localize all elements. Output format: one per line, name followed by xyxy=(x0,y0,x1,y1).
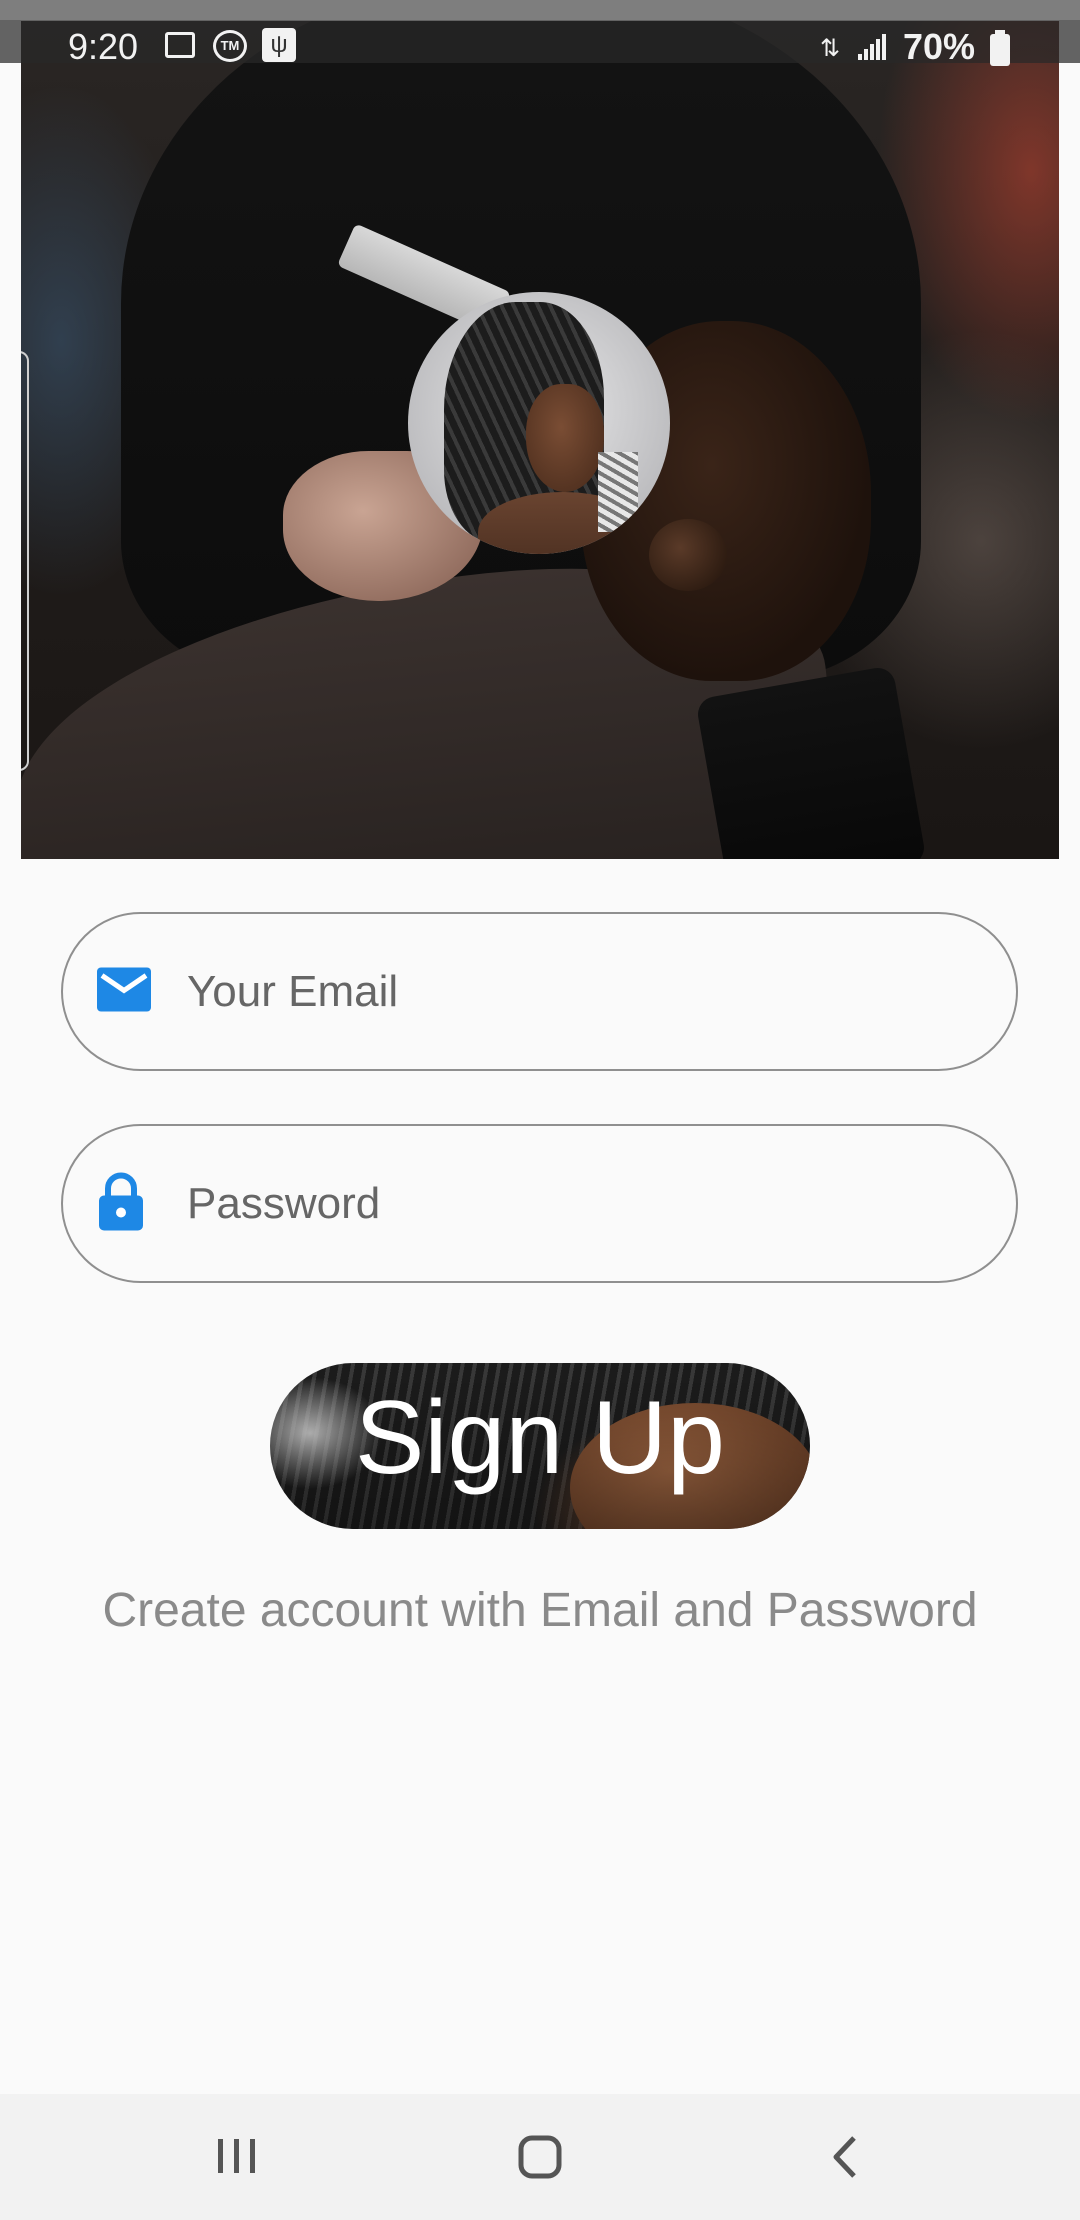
navigation-bar xyxy=(0,2094,1080,2220)
battery-charging-icon xyxy=(990,30,1010,66)
client-ear xyxy=(649,519,727,591)
battery-percent: 70% xyxy=(903,26,976,67)
data-transfer-icon: ⇅ xyxy=(820,35,841,62)
password-field[interactable] xyxy=(61,1124,1018,1283)
home-button[interactable] xyxy=(460,2094,620,2220)
barber-chair xyxy=(695,665,927,859)
profile-avatar[interactable] xyxy=(408,292,670,554)
edge-panel-handle[interactable] xyxy=(21,351,29,771)
sign-up-label: Sign Up xyxy=(355,1380,725,1496)
recent-apps-button[interactable] xyxy=(158,2094,318,2220)
signal-icon xyxy=(858,34,888,60)
image-icon xyxy=(165,32,195,58)
password-input[interactable] xyxy=(187,1164,967,1244)
sign-up-button[interactable]: Sign Up xyxy=(270,1363,810,1529)
helper-text: Create account with Email and Password xyxy=(102,1584,978,1637)
usb-icon: ψ xyxy=(262,28,296,62)
back-icon xyxy=(833,2136,856,2178)
email-input[interactable] xyxy=(187,952,967,1032)
back-button[interactable] xyxy=(764,2094,924,2220)
avatar-face xyxy=(526,384,604,492)
status-time: 9:20 xyxy=(68,26,139,67)
lock-icon xyxy=(97,1172,145,1235)
status-bar: 9:20 TM ψ ⇅ 70% xyxy=(0,0,1080,67)
recent-apps-icon xyxy=(218,2139,255,2173)
mail-icon xyxy=(97,967,151,1016)
home-icon xyxy=(518,2135,562,2179)
tm-icon: TM xyxy=(213,30,247,62)
avatar-top xyxy=(598,452,638,532)
email-field[interactable] xyxy=(61,912,1018,1071)
